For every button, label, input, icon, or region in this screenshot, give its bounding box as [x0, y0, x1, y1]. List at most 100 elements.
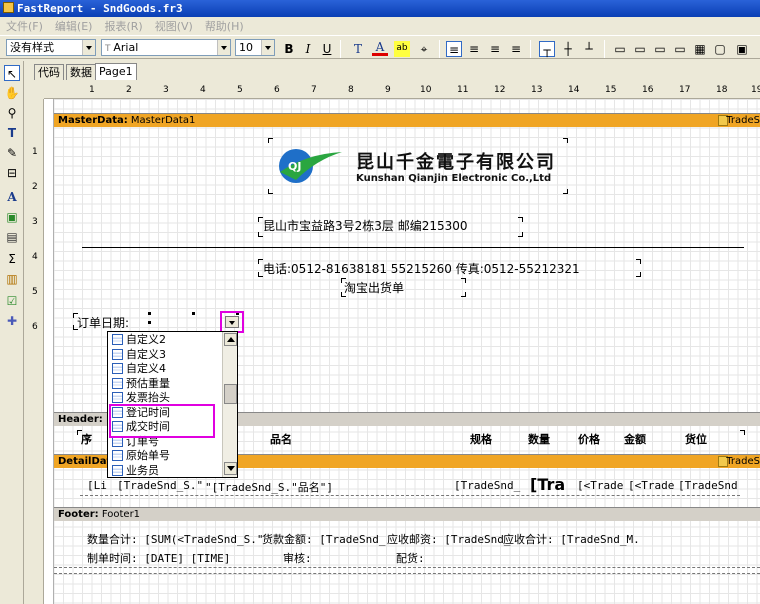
frame-right-icon[interactable]: ▭ [672, 41, 688, 57]
scroll-up-icon[interactable] [224, 333, 237, 346]
company-logo[interactable]: QJ 昆山千金電子有限公司 Kunshan Qianjin Electronic… [268, 138, 568, 194]
frame-shadow-icon[interactable]: ▣ [734, 41, 750, 57]
list-item[interactable]: 登记时间 [110, 405, 222, 420]
list-item[interactable]: 订单号 [110, 434, 222, 449]
align-left-icon[interactable]: ≡ [446, 41, 462, 57]
hand-tool-icon[interactable]: ✋ [4, 85, 20, 101]
menu-view[interactable]: 视图(V) [149, 18, 199, 34]
chevron-down-icon[interactable] [217, 40, 230, 55]
footer-qty-total[interactable]: 数量合计: [SUM(<TradeSnd_S." [87, 531, 263, 547]
highlight-icon[interactable]: ab [394, 41, 410, 57]
font-size-select[interactable]: 10 [235, 39, 275, 56]
list-item[interactable]: 成交时间 [110, 419, 222, 434]
valign-top-icon[interactable]: ┬ [539, 41, 555, 57]
resize-handle[interactable] [148, 321, 151, 324]
detail-cell-qty[interactable]: [Tra [530, 475, 565, 494]
select-tool-icon[interactable]: ↖ [4, 65, 20, 81]
text-tool-icon[interactable]: T [4, 125, 20, 141]
report-title[interactable]: 淘宝出货单 [344, 279, 404, 296]
footer-postage[interactable]: 应收邮资: [TradeSnd_ [387, 531, 510, 547]
list-item[interactable]: 预估重量 [110, 376, 222, 391]
footer-reviewer[interactable]: 审核: [283, 550, 312, 566]
text-object-icon[interactable]: A [4, 189, 20, 205]
format-brush-icon[interactable]: ✎ [4, 145, 20, 161]
list-item[interactable]: 发票抬头 [110, 390, 222, 405]
detail-cell-line[interactable]: [Li [87, 479, 107, 492]
detail-cell-location[interactable]: [TradeSnd [678, 479, 738, 492]
font-color-icon[interactable]: A [372, 41, 388, 56]
field-icon [112, 421, 123, 432]
frame-none-icon[interactable]: ▢ [712, 41, 728, 57]
header-col-spec[interactable]: 规格 [470, 431, 492, 447]
footer-goods-amount[interactable]: 货款金额: [TradeSnd_ [262, 531, 385, 547]
align-center-icon[interactable]: ≡ [466, 41, 482, 57]
frame-top-icon[interactable]: ▭ [612, 41, 628, 57]
date-field-combo[interactable] [220, 311, 244, 333]
menu-help[interactable]: 帮助(H) [199, 18, 250, 34]
field-dropdown-list[interactable]: 自定义2 自定义3 自定义4 预估重量 发票抬头 登记时间 成交时间 订单号 原… [107, 331, 238, 478]
font-settings-icon[interactable]: T [350, 41, 366, 57]
footer-created-time[interactable]: 制单时间: [DATE] [TIME] [87, 550, 230, 566]
frame-bottom-icon[interactable]: ▭ [632, 41, 648, 57]
underline-button[interactable]: U [319, 41, 335, 57]
list-item[interactable]: 自定义4 [110, 361, 222, 376]
detail-cell-name[interactable]: "[TradeSnd_S."品名"] [205, 479, 333, 495]
company-address[interactable]: 昆山市宝益路3号2栋3层 邮编215300 [263, 217, 468, 234]
menu-report[interactable]: 报表(R) [98, 18, 148, 34]
report-design-canvas[interactable]: MasterData: MasterData1 TradeS QJ 昆山千金電子… [44, 99, 760, 604]
header-col-qty[interactable]: 数量 [528, 431, 550, 447]
list-item[interactable]: 自定义2 [110, 332, 222, 347]
sum-icon[interactable]: Σ [4, 251, 20, 267]
barcode-icon[interactable]: ▥ [4, 271, 20, 287]
company-phone-fax[interactable]: 电话:0512-81638181 55215260 传真:0512-552123… [263, 260, 580, 277]
detail-cell-code[interactable]: [TradeSnd_S." [117, 479, 203, 492]
scroll-down-icon[interactable] [224, 462, 237, 475]
valign-middle-icon[interactable]: ┼ [560, 41, 576, 57]
footer-band-header[interactable]: Footer: Footer1 [54, 507, 760, 521]
format-painter-icon[interactable]: ⌖ [416, 41, 432, 57]
picture-object-icon[interactable]: ▣ [4, 209, 20, 225]
band-tool-icon[interactable]: ⊟ [4, 165, 20, 181]
frame-all-icon[interactable]: ▦ [692, 41, 708, 57]
list-item[interactable]: 自定义3 [110, 347, 222, 362]
tab-data[interactable]: 数据 [66, 64, 96, 80]
checkbox-object-icon[interactable]: ☑ [4, 293, 20, 309]
list-item[interactable]: 原始单号 [110, 448, 222, 463]
header-col-seq[interactable]: 序 [81, 431, 92, 447]
dropdown-scrollbar[interactable] [222, 332, 237, 477]
subreport-icon[interactable]: ▤ [4, 229, 20, 245]
chevron-down-icon[interactable] [261, 40, 274, 55]
tab-page1[interactable]: Page1 [95, 63, 137, 80]
footer-picker[interactable]: 配货: [396, 550, 425, 566]
header-col-amount[interactable]: 金额 [624, 431, 646, 447]
resize-handle[interactable] [192, 312, 195, 315]
font-select[interactable]: T Arial [101, 39, 231, 56]
align-justify-icon[interactable]: ≡ [508, 41, 524, 57]
italic-button[interactable]: I [300, 41, 316, 57]
align-right-icon[interactable]: ≡ [487, 41, 503, 57]
masterdata-band-header[interactable]: MasterData: MasterData1 TradeS [54, 113, 760, 127]
style-select[interactable]: 没有样式 [6, 39, 96, 56]
list-item-label: 原始单号 [126, 449, 170, 462]
menu-file[interactable]: 文件(F) [0, 18, 49, 34]
resize-handle[interactable] [148, 312, 151, 315]
zoom-tool-icon[interactable]: ⚲ [4, 105, 20, 121]
header-col-name[interactable]: 品名 [270, 431, 292, 447]
detail-cell-price[interactable]: [<Trade [577, 479, 623, 492]
footer-receivable-total[interactable]: 应收合计: [TradeSnd_M. [503, 531, 640, 547]
more-objects-icon[interactable]: ✚ [4, 313, 20, 329]
chevron-down-icon[interactable] [82, 40, 95, 55]
menu-edit[interactable]: 编辑(E) [49, 18, 99, 34]
frame-left-icon[interactable]: ▭ [652, 41, 668, 57]
valign-bottom-icon[interactable]: ┴ [581, 41, 597, 57]
detail-cell-spec[interactable]: [TradeSnd_ [454, 479, 520, 492]
header-col-location[interactable]: 货位 [685, 431, 707, 447]
bold-button[interactable]: B [281, 41, 297, 57]
scroll-thumb[interactable] [224, 384, 237, 404]
tab-code[interactable]: 代码 [34, 64, 64, 80]
header-col-price[interactable]: 价格 [578, 431, 600, 447]
chevron-down-icon[interactable] [225, 316, 239, 328]
order-date-label[interactable]: 订单日期: [77, 314, 129, 331]
list-item[interactable]: 业务员 [110, 463, 222, 478]
detail-cell-amount[interactable]: [<Trade [628, 479, 674, 492]
